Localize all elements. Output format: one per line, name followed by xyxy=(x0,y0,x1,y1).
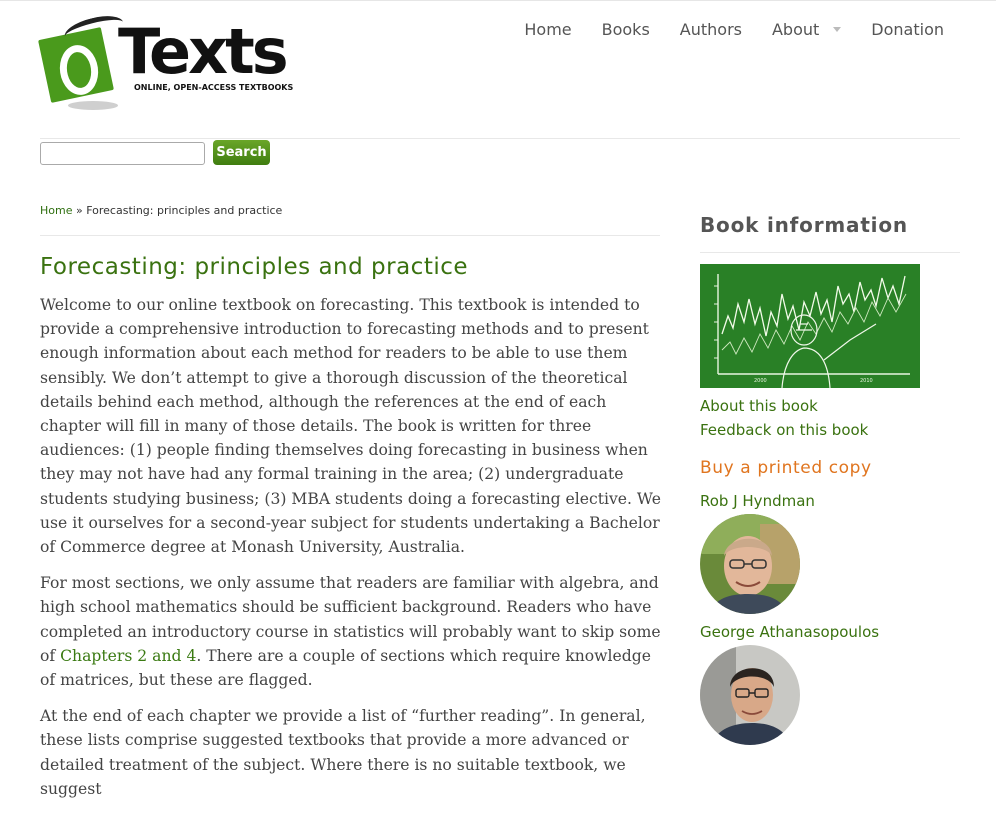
author-name-hyndman[interactable]: Rob J Hyndman xyxy=(700,492,815,510)
breadcrumb-current: Forecasting: principles and practice xyxy=(86,204,283,217)
chalkboard-chart-illustration: 2000 2010 xyxy=(700,264,920,388)
intro-paragraph: Welcome to our online textbook on foreca… xyxy=(40,296,661,557)
search-button[interactable]: Search xyxy=(213,140,270,165)
breadcrumb-separator: » xyxy=(75,204,83,217)
cover-axis-label-1: 2000 xyxy=(754,378,767,384)
chapters-link[interactable]: Chapters 2 and 4 xyxy=(60,647,196,665)
avatar-hyndman[interactable] xyxy=(700,514,800,614)
author-photo-hyndman xyxy=(700,514,800,614)
sidebar-divider xyxy=(700,252,960,253)
logo-shadow xyxy=(68,101,118,110)
cover-axis-label-2: 2010 xyxy=(860,378,873,384)
breadcrumb-home[interactable]: Home xyxy=(40,204,72,217)
prerequisites-paragraph: For most sections, we only assume that r… xyxy=(40,571,664,692)
nav-home[interactable]: Home xyxy=(524,20,571,39)
nav-books[interactable]: Books xyxy=(602,20,650,39)
nav-authors[interactable]: Authors xyxy=(680,20,742,39)
nav-about[interactable]: About xyxy=(771,20,842,39)
further-reading-paragraph: At the end of each chapter we provide a … xyxy=(40,707,646,798)
chevron-down-icon xyxy=(833,27,842,32)
otexts-logo[interactable]: Texts ONLINE, OPEN-ACCESS TEXTBOOKS xyxy=(38,11,294,115)
main-content: Welcome to our online textbook on foreca… xyxy=(40,293,664,813)
breadcrumb: Home » Forecasting: principles and pract… xyxy=(40,204,282,217)
nav-about-label: About xyxy=(771,20,820,39)
page-title: Forecasting: principles and practice xyxy=(40,254,469,280)
avatar-athanasopoulos[interactable] xyxy=(700,645,800,745)
about-this-book-link[interactable]: About this book xyxy=(700,397,818,415)
buy-printed-copy-link[interactable]: Buy a printed copy xyxy=(700,458,872,478)
breadcrumb-divider xyxy=(40,235,660,236)
search-input[interactable] xyxy=(40,142,205,165)
header-divider xyxy=(40,138,960,139)
feedback-link[interactable]: Feedback on this book xyxy=(700,421,868,439)
top-border xyxy=(0,0,996,1)
logo-tagline: ONLINE, OPEN-ACCESS TEXTBOOKS xyxy=(134,83,294,92)
nav-donation[interactable]: Donation xyxy=(871,20,944,39)
author-name-athanasopoulos[interactable]: George Athanasopoulos xyxy=(700,623,879,641)
book-cover-image[interactable]: 2000 2010 xyxy=(700,264,920,388)
author-photo-athanasopoulos xyxy=(700,645,800,745)
sidebar-title: Book information xyxy=(700,213,908,237)
logo-wordmark: Texts xyxy=(118,15,289,88)
main-nav: Home Books Authors About Donation xyxy=(494,20,944,39)
